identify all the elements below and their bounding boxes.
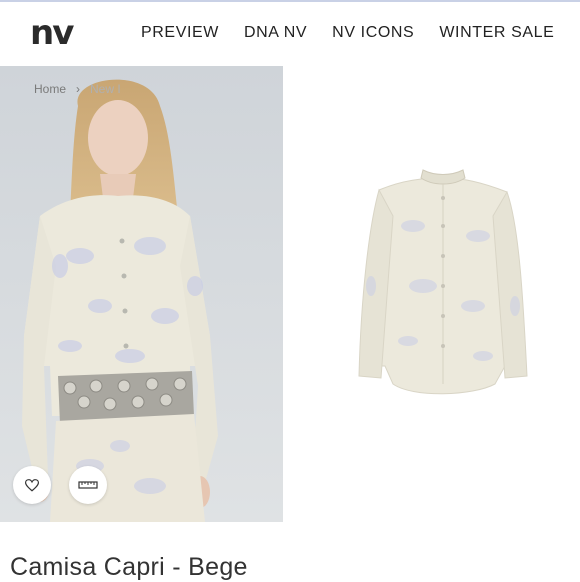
site-header: nv PREVIEW DNA NV NV ICONS WINTER SALE C bbox=[0, 2, 580, 67]
brand-logo[interactable]: nv bbox=[30, 16, 74, 50]
main-nav: PREVIEW DNA NV NV ICONS WINTER SALE C bbox=[141, 24, 580, 42]
ruler-icon bbox=[78, 481, 98, 489]
shirt-illustration bbox=[358, 169, 528, 395]
nav-item-nv-icons[interactable]: NV ICONS bbox=[332, 24, 414, 42]
breadcrumb: Home › New I bbox=[34, 82, 121, 96]
breadcrumb-current[interactable]: New I bbox=[90, 82, 121, 96]
product-title: Camisa Capri - Bege bbox=[10, 553, 248, 581]
wishlist-button[interactable] bbox=[13, 466, 51, 504]
heart-icon bbox=[25, 478, 39, 492]
breadcrumb-home[interactable]: Home bbox=[34, 82, 66, 96]
product-image-flat[interactable] bbox=[283, 66, 580, 522]
size-guide-button[interactable] bbox=[69, 466, 107, 504]
nav-item-winter-sale[interactable]: WINTER SALE bbox=[439, 24, 554, 42]
chevron-right-icon: › bbox=[76, 82, 81, 96]
model-illustration bbox=[0, 66, 283, 522]
nav-item-dna-nv[interactable]: DNA NV bbox=[244, 24, 307, 42]
nav-item-preview[interactable]: PREVIEW bbox=[141, 24, 219, 42]
product-image-model[interactable] bbox=[0, 66, 283, 522]
